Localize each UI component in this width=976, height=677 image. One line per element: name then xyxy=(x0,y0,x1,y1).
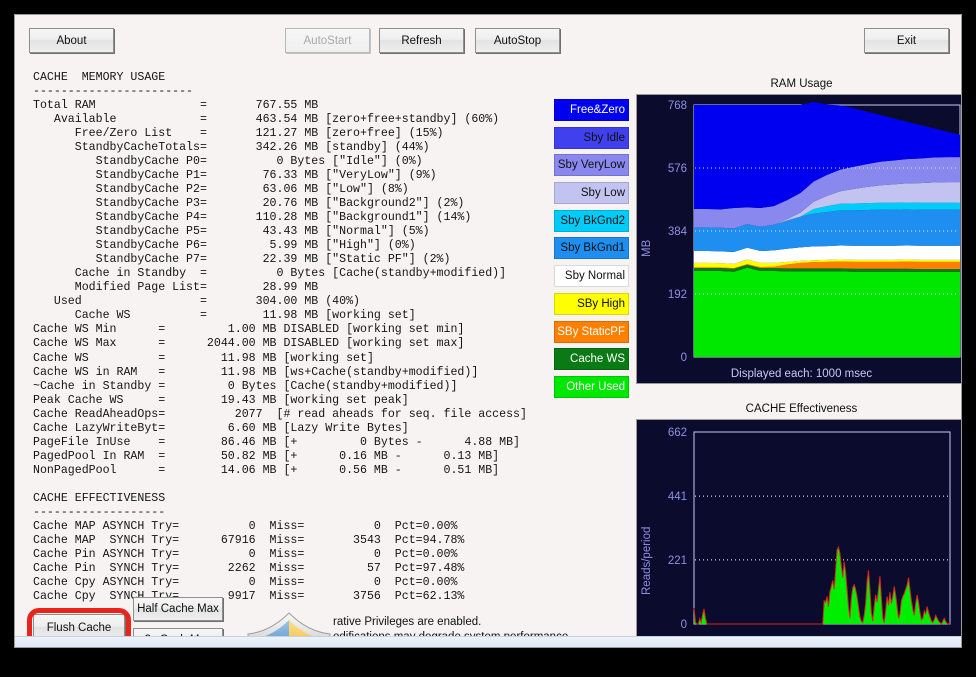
svg-text:0: 0 xyxy=(681,619,687,631)
autostart-button[interactable]: AutoStart xyxy=(285,28,370,53)
svg-text:441: 441 xyxy=(668,491,687,503)
half-cache-max-button[interactable]: Half Cache Max xyxy=(133,597,223,621)
ram-usage-svg: 0 192 384 576 768 xyxy=(668,100,961,364)
svg-text:192: 192 xyxy=(668,289,687,301)
svg-text:576: 576 xyxy=(668,163,687,175)
legend-item-sby-bkgnd2[interactable]: Sby BkGnd2 xyxy=(554,209,629,232)
ram-usage-title: RAM Usage xyxy=(770,78,833,90)
legend-item-sby-verylow[interactable]: Sby VeryLow xyxy=(554,154,629,177)
autostop-button[interactable]: AutoStop xyxy=(475,28,560,53)
ram-usage-panel: RAM Usage MB 0 192 384 576 768 Displayed eac… xyxy=(636,77,961,384)
cache-effectiveness-panel: CACHE Effectiveness Reads/period 0 221 441… xyxy=(636,402,961,647)
legend-item-sby-high[interactable]: SBy High xyxy=(554,292,629,315)
svg-text:384: 384 xyxy=(668,226,688,238)
legend-item-sby-normal[interactable]: Sby Normal xyxy=(554,265,629,288)
desktop-background: About AutoStart Refresh AutoStop Exit CA… xyxy=(0,0,976,677)
legend-item-free-zero[interactable]: Free&Zero xyxy=(554,99,629,121)
exit-button[interactable]: Exit xyxy=(864,28,949,53)
legend-item-sby-idle[interactable]: Sby Idle xyxy=(554,126,629,149)
app-window: About AutoStart Refresh AutoStop Exit CA… xyxy=(14,14,962,648)
cache-memory-report: CACHE MEMORY USAGE ---------------------… xyxy=(33,70,527,604)
ram-usage-legend: Free&Zero Sby Idle Sby VeryLow Sby Low Sby B… xyxy=(554,99,629,404)
status-bar xyxy=(15,636,961,647)
legend-item-sby-staticpf[interactable]: SBy StaticPF xyxy=(554,320,629,343)
ram-usage-plot: MB 0 192 384 576 768 Displayed each: 1000 ms… xyxy=(636,94,961,384)
about-button[interactable]: About xyxy=(29,28,114,53)
cache-effectiveness-svg: 0 221 441 662 xyxy=(668,427,951,631)
svg-text:221: 221 xyxy=(668,555,687,567)
legend-item-cache-ws[interactable]: Cache WS xyxy=(554,348,629,371)
window-client-area: About AutoStart Refresh AutoStop Exit CA… xyxy=(15,15,961,647)
cache-effectiveness-title: CACHE Effectiveness xyxy=(745,403,858,415)
ram-usage-footer: Displayed each: 1000 msec xyxy=(730,368,873,380)
legend-item-sby-low[interactable]: Sby Low xyxy=(554,182,629,205)
cache-effectiveness-plot: Reads/period 0221441662 Displayed each: … xyxy=(636,419,961,647)
admin-note-line-1: rative Privileges are enabled. xyxy=(333,616,482,628)
legend-item-other-used[interactable]: Other Used xyxy=(554,375,629,398)
svg-text:768: 768 xyxy=(668,100,687,112)
svg-text:0: 0 xyxy=(681,352,687,364)
refresh-button[interactable]: Refresh xyxy=(379,28,464,53)
legend-item-sby-bkgnd1[interactable]: Sby BkGnd1 xyxy=(554,237,629,260)
svg-text:662: 662 xyxy=(668,427,687,439)
